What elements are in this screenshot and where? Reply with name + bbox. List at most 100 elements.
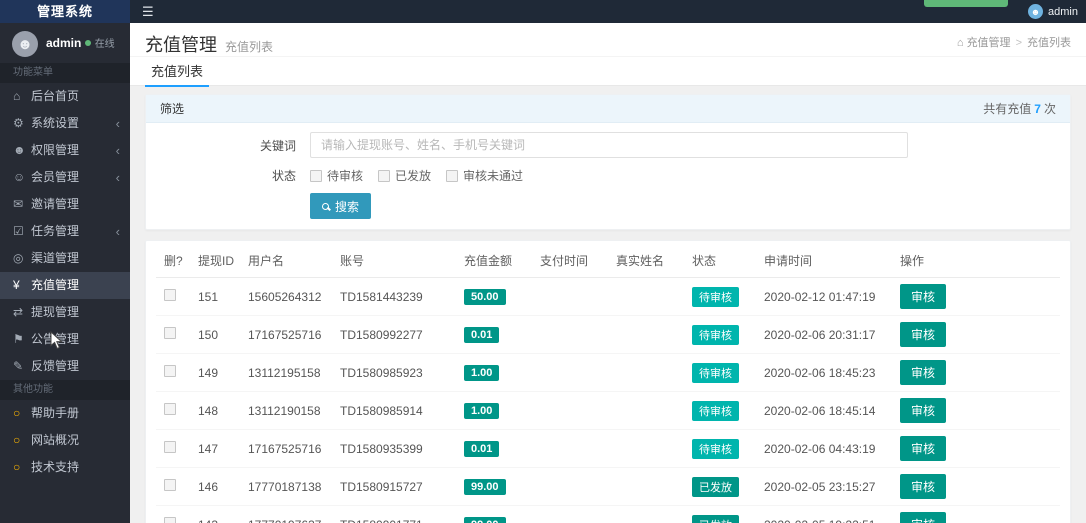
- menu-section-label: 功能菜单: [0, 63, 130, 83]
- review-button[interactable]: 审核: [900, 322, 946, 347]
- menu-section-label: 其他功能: [0, 380, 130, 400]
- review-button[interactable]: 审核: [900, 398, 946, 423]
- checkbox-pending[interactable]: [310, 170, 322, 182]
- users-icon: ☻: [13, 137, 31, 164]
- filter-card-header: 筛选 共有充值7次: [146, 95, 1070, 123]
- filter-card-body: 关键词 状态 待审核 已发放 审核未通过 搜索: [146, 123, 1070, 229]
- content-area: 筛选 共有充值7次 关键词 状态 待审核 已发放 审核未通过: [130, 86, 1086, 523]
- row-checkbox[interactable]: [164, 441, 176, 453]
- amount-badge: 1.00: [464, 403, 499, 419]
- breadcrumb-root[interactable]: 充值管理: [967, 37, 1011, 49]
- cell-real-name: [608, 468, 684, 506]
- amount-badge: 50.00: [464, 289, 506, 305]
- page-header: 充值管理充值列表 ⌂充值管理>充值列表: [130, 23, 1086, 56]
- sidebar-item-invitations[interactable]: ✉邀请管理: [0, 191, 130, 218]
- status-option-issued[interactable]: 已发放: [378, 167, 431, 184]
- cell-pay-time: [532, 316, 608, 354]
- sidebar-item-members[interactable]: ☺会员管理 ‹: [0, 164, 130, 191]
- cell-withdraw-id: 146: [190, 468, 240, 506]
- row-checkbox[interactable]: [164, 289, 176, 301]
- col-pay-time: 支付时间: [532, 243, 608, 278]
- member-icon: ☺: [13, 164, 31, 191]
- search-button[interactable]: 搜索: [310, 193, 371, 219]
- sidebar-item-help-manual[interactable]: ○帮助手册: [0, 400, 130, 427]
- checkbox-issued[interactable]: [378, 170, 390, 182]
- collapse-arrow-icon: ‹: [116, 164, 120, 191]
- cell-apply-time: 2020-02-06 18:45:14: [756, 392, 892, 430]
- cell-account: TD1580935399: [332, 430, 456, 468]
- breadcrumb-separator: >: [1016, 37, 1022, 49]
- cell-account: TD1580985914: [332, 392, 456, 430]
- sidebar-item-site-overview[interactable]: ○网站概况: [0, 427, 130, 454]
- status-option-rejected[interactable]: 审核未通过: [446, 167, 523, 184]
- sidebar-item-tasks[interactable]: ☑任务管理 ‹: [0, 218, 130, 245]
- row-checkbox[interactable]: [164, 479, 176, 491]
- table-row: 151 15605264312 TD1581443239 50.00 待审核 2…: [156, 278, 1060, 316]
- row-checkbox[interactable]: [164, 517, 176, 523]
- cell-withdraw-id: 150: [190, 316, 240, 354]
- status-badge: 待审核: [692, 401, 739, 421]
- user-profile: ☻ admin 在线: [0, 23, 130, 63]
- cell-username: 15605264312: [240, 278, 332, 316]
- table-row: 143 17770197637 TD1580901771 99.00 已发放 2…: [156, 506, 1060, 523]
- cell-apply-time: 2020-02-12 01:47:19: [756, 278, 892, 316]
- circle-icon: ○: [13, 427, 31, 454]
- circle-icon: ○: [13, 454, 31, 481]
- recharge-count: 共有充值7次: [983, 95, 1056, 122]
- sidebar-item-tech-support[interactable]: ○技术支持: [0, 454, 130, 481]
- user-name: admin: [46, 36, 81, 50]
- col-withdraw-id: 提现ID: [190, 243, 240, 278]
- cell-withdraw-id: 143: [190, 506, 240, 523]
- topbar: ☰ ☻ admin: [130, 0, 1086, 23]
- cell-username: 13112195158: [240, 354, 332, 392]
- cell-pay-time: [532, 468, 608, 506]
- status-option-pending[interactable]: 待审核: [310, 167, 363, 184]
- collapse-arrow-icon: ‹: [116, 110, 120, 137]
- sidebar-item-recharge[interactable]: ¥充值管理: [0, 272, 130, 299]
- cell-apply-time: 2020-02-06 20:31:17: [756, 316, 892, 354]
- col-status: 状态: [684, 243, 756, 278]
- col-action: 操作: [892, 243, 1060, 278]
- review-button[interactable]: 审核: [900, 436, 946, 461]
- review-button[interactable]: 审核: [900, 512, 946, 523]
- sidebar: 管理系统 ☻ admin 在线 功能菜单 ⌂后台首页 ⚙系统设置 ‹ ☻权限管理…: [0, 0, 130, 523]
- row-checkbox[interactable]: [164, 327, 176, 339]
- withdraw-icon: ⇄: [13, 299, 31, 326]
- cell-username: 17770187138: [240, 468, 332, 506]
- avatar: ☻: [12, 31, 38, 57]
- filter-card: 筛选 共有充值7次 关键词 状态 待审核 已发放 审核未通过: [145, 94, 1071, 230]
- cell-username: 17167525716: [240, 430, 332, 468]
- sidebar-item-home[interactable]: ⌂后台首页: [0, 83, 130, 110]
- checkbox-rejected[interactable]: [446, 170, 458, 182]
- cell-apply-time: 2020-02-06 18:45:23: [756, 354, 892, 392]
- keyword-input[interactable]: [310, 132, 908, 158]
- status-badge: 待审核: [692, 363, 739, 383]
- cell-real-name: [608, 278, 684, 316]
- sidebar-item-permissions[interactable]: ☻权限管理 ‹: [0, 137, 130, 164]
- review-button[interactable]: 审核: [900, 360, 946, 385]
- sidebar-item-channels[interactable]: ◎渠道管理: [0, 245, 130, 272]
- topbar-avatar: ☻: [1028, 4, 1043, 19]
- partial-toast: [924, 0, 1008, 7]
- sidebar-item-withdraw[interactable]: ⇄提现管理: [0, 299, 130, 326]
- sidebar-item-system-settings[interactable]: ⚙系统设置 ‹: [0, 110, 130, 137]
- tab-recharge-list[interactable]: 充值列表: [145, 57, 209, 87]
- sidebar-item-announcements[interactable]: ⚑公告管理: [0, 326, 130, 353]
- review-button[interactable]: 审核: [900, 474, 946, 499]
- table-row: 147 17167525716 TD1580935399 0.01 待审核 20…: [156, 430, 1060, 468]
- recharge-icon: ¥: [13, 272, 31, 299]
- hamburger-icon[interactable]: ☰: [142, 0, 154, 23]
- status-label: 状态: [160, 167, 310, 184]
- circle-icon: ○: [13, 400, 31, 427]
- cell-pay-time: [532, 354, 608, 392]
- amount-badge: 1.00: [464, 365, 499, 381]
- row-checkbox[interactable]: [164, 403, 176, 415]
- row-checkbox[interactable]: [164, 365, 176, 377]
- topbar-user-menu[interactable]: ☻ admin: [1028, 0, 1078, 23]
- cell-account: TD1580901771: [332, 506, 456, 523]
- review-button[interactable]: 审核: [900, 284, 946, 309]
- page-subtitle: 充值列表: [225, 40, 273, 54]
- sidebar-item-feedback[interactable]: ✎反馈管理: [0, 353, 130, 380]
- gear-icon: ⚙: [13, 110, 31, 137]
- channel-icon: ◎: [13, 245, 31, 272]
